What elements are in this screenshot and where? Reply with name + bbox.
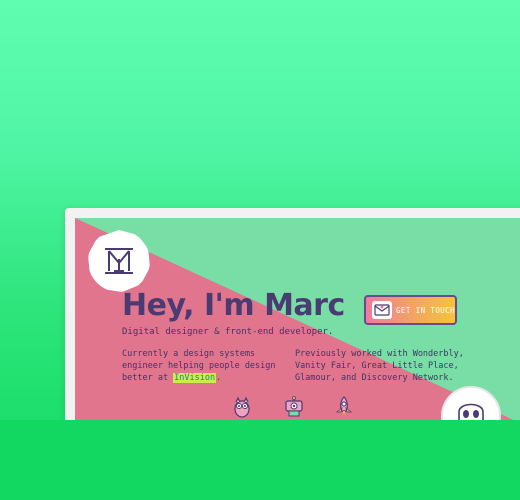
robot-icon xyxy=(285,396,303,417)
bottom-green-band xyxy=(0,420,520,500)
get-in-touch-label: GET IN TOUCH xyxy=(396,305,455,315)
rocket-icon xyxy=(335,396,353,416)
intro-paragraph: Currently a design systems engineer help… xyxy=(122,348,292,384)
monogram-svg xyxy=(105,248,133,274)
intro-text-end: . xyxy=(216,373,222,383)
ghost-svg xyxy=(458,403,484,423)
owl-icon xyxy=(234,396,250,418)
envelope-svg xyxy=(374,304,390,316)
ghost-mascot-icon xyxy=(441,386,501,423)
hero-title: Hey, I'm Marc xyxy=(122,288,345,323)
get-in-touch-button[interactable]: GET IN TOUCH xyxy=(364,295,457,325)
envelope-icon xyxy=(372,301,392,319)
previous-work-paragraph: Previously worked with Wonderbly, Vanity… xyxy=(295,349,464,383)
website-screen: Hey, I'm Marc Digital designer & front-e… xyxy=(75,218,520,423)
invision-link[interactable]: InVision xyxy=(173,373,217,383)
monogram-logo-icon[interactable] xyxy=(88,230,150,292)
hero-subtitle: Digital designer & front-end developer. xyxy=(122,327,334,337)
